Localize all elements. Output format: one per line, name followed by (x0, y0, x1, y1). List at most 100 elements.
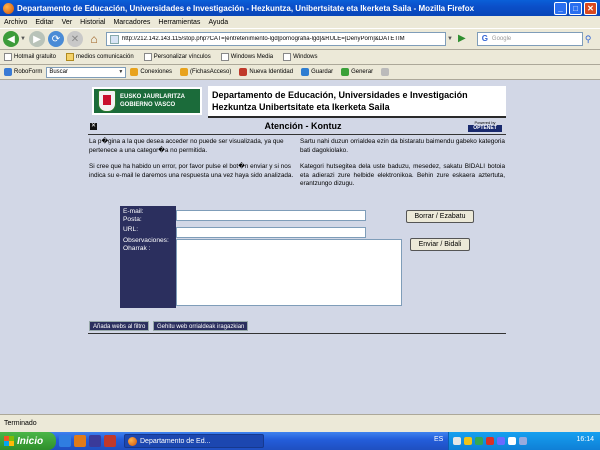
observations-textarea[interactable] (176, 239, 402, 306)
status-bar: Terminado (0, 414, 600, 432)
taskbar-window-label: Departamento de Ed... (140, 437, 211, 445)
nueva-identidad-button[interactable]: Nueva Identidad (239, 68, 293, 76)
search-box[interactable]: G Google (476, 32, 583, 46)
tray-security-icon[interactable] (464, 437, 472, 445)
ie-quicklaunch-icon[interactable] (59, 435, 71, 447)
tray-antivirus-icon[interactable] (486, 437, 494, 445)
start-label: Inicio (17, 435, 44, 447)
generate-icon (341, 68, 350, 76)
roboform-icon (4, 68, 12, 76)
forward-arrow-icon[interactable]: ▶ (28, 31, 45, 47)
footer-tabs: Añada webs al filtro Gehitu web orrialde… (88, 321, 506, 333)
search-placeholder: Google (491, 36, 512, 42)
page-icon (109, 34, 119, 44)
bookmark-windows[interactable]: Windows (283, 53, 317, 61)
firefox-quicklaunch-icon[interactable] (74, 435, 86, 447)
url-text: http://212.142.143.115/stop.php?CAT=[ent… (121, 36, 405, 42)
url-history-dropdown-icon[interactable]: ▼ (447, 36, 453, 42)
home-icon[interactable]: ⌂ (86, 31, 102, 47)
window-title-bar[interactable]: Departamento de Educación, Universidades… (0, 0, 600, 16)
back-history-dropdown-icon[interactable]: ▼ (20, 36, 26, 42)
bookmark-label: Personalizar vínculos (153, 54, 211, 60)
clock: 16:14 (576, 436, 594, 443)
menu-historial[interactable]: Historial (76, 19, 109, 26)
taskbar-window-button[interactable]: Departamento de Ed... (124, 434, 264, 448)
menu-herramientas[interactable]: Herramientas (154, 19, 204, 26)
powered-by-badge: Powered by OPTENET (468, 120, 502, 132)
roboform-label: RoboForm (14, 69, 43, 75)
fichas-button[interactable]: (FichasAcceso) (180, 68, 231, 76)
language-indicator[interactable]: ES (434, 436, 443, 443)
bookmark-label: medios comunicación (76, 54, 134, 60)
email-field[interactable] (176, 210, 366, 221)
bookmark-hotmail[interactable]: Hotmail gratuito (4, 53, 56, 61)
go-arrow-icon[interactable]: ▶ (455, 32, 469, 46)
nueva-identidad-label: Nueva Identidad (249, 69, 294, 75)
minimize-button[interactable]: _ (554, 1, 567, 15)
menu-archivo[interactable]: Archivo (0, 19, 31, 26)
bookmarks-toolbar: Hotmail gratuito medios comunicación Per… (0, 50, 600, 65)
logo-line-2: GOBIERNO VASCO (120, 102, 176, 108)
message-eu-2: Kategori hutsegitea dela uste baduzu, me… (300, 163, 505, 188)
page-icon (143, 53, 152, 61)
send-button[interactable]: Enviar / Bidali (410, 238, 470, 251)
guardar-label: Guardar (311, 69, 334, 75)
close-button[interactable]: ✕ (584, 1, 597, 15)
tab-add-webs-es[interactable]: Añada webs al filtro (89, 321, 150, 331)
firefox-icon (3, 2, 14, 14)
bookmark-label: Windows Media (230, 54, 274, 60)
generar-button[interactable]: Generar (341, 68, 373, 76)
message-es-1: La p�gina a la que desea acceder no pued… (89, 138, 284, 154)
page-icon (4, 53, 12, 61)
stop-icon[interactable]: ✕ (66, 31, 83, 47)
start-button[interactable]: Inicio (0, 432, 56, 450)
menu-marcadores[interactable]: Marcadores (109, 19, 154, 26)
media-quicklaunch-icon[interactable] (89, 435, 101, 447)
highlighter-button[interactable] (381, 68, 391, 76)
app-quicklaunch-icon[interactable] (104, 435, 116, 447)
bookmark-windows-media[interactable]: Windows Media (220, 53, 274, 61)
label-observaciones: Observaciones: (123, 237, 169, 244)
back-arrow-icon[interactable]: ◀ (3, 31, 19, 47)
google-icon: G (481, 34, 489, 43)
page-icon (220, 53, 229, 61)
tray-app-icon[interactable] (475, 437, 483, 445)
tray-volume-icon[interactable] (508, 437, 516, 445)
search-combo[interactable]: Buscar ▼ (46, 66, 127, 78)
windows-logo-icon (4, 436, 14, 446)
optenet-logo: OPTENET (468, 125, 502, 132)
bookmark-personalizar[interactable]: Personalizar vínculos (143, 53, 211, 61)
guardar-button[interactable]: Guardar (301, 68, 333, 76)
firefox-icon (128, 436, 137, 446)
maximize-button[interactable]: □ (569, 1, 582, 15)
search-magnifier-icon[interactable]: ⚲ (585, 34, 592, 45)
roboform-button[interactable]: RoboForm (4, 68, 42, 76)
highlighter-icon (381, 68, 390, 76)
search-combo-value: Buscar (49, 69, 69, 75)
folder-icon (66, 53, 75, 61)
department-title-eu: Hezkuntza Unibertsitate eta Ikerketa Sai… (212, 102, 390, 112)
url-field[interactable] (176, 227, 366, 238)
close-icon[interactable]: ✕ (90, 123, 97, 130)
menu-editar[interactable]: Editar (31, 19, 57, 26)
menu-ayuda[interactable]: Ayuda (204, 19, 232, 26)
identity-icon (239, 68, 248, 76)
bookmark-medios[interactable]: medios comunicación (66, 53, 134, 61)
address-bar[interactable]: http://212.142.143.115/stop.php?CAT=[ent… (105, 32, 446, 46)
tray-network-icon[interactable] (453, 437, 461, 445)
department-title-es: Departamento de Educación, Universidades… (212, 90, 468, 100)
department-title: Departamento de Educación, Universidades… (208, 86, 506, 118)
menu-ver[interactable]: Ver (58, 19, 77, 26)
tray-messenger-icon[interactable] (497, 437, 505, 445)
conexiones-button[interactable]: Conexiones (130, 68, 172, 76)
divider (88, 134, 506, 135)
form-labels-panel: E-mail: Posta: URL: Observaciones: Oharr… (120, 206, 176, 308)
windows-taskbar: Inicio Departamento de Ed... ES 16:14 (0, 432, 600, 450)
logo-line-1: EUSKO JAURLARITZA (120, 94, 186, 100)
tray-update-icon[interactable] (519, 437, 527, 445)
save-icon (301, 68, 310, 76)
reset-button[interactable]: Borrar / Ezabatu (406, 210, 474, 223)
tab-add-webs-eu[interactable]: Gehitu web orrialdeak iragazkian (153, 321, 249, 331)
reload-icon[interactable]: ⟳ (47, 31, 64, 47)
window-title: Departamento de Educación, Universidades… (17, 3, 475, 13)
